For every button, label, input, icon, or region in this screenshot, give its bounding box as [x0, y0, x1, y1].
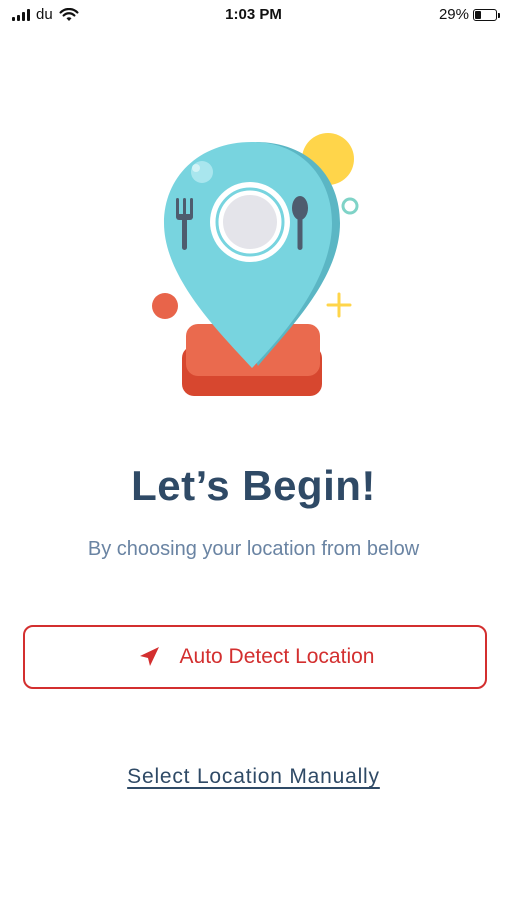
navigation-arrow-icon — [139, 647, 159, 666]
auto-detect-label: Auto Detect Location — [179, 645, 375, 668]
plus-icon — [326, 292, 352, 318]
pin-highlight — [191, 161, 213, 183]
status-time: 1:03 PM — [225, 6, 282, 23]
page-title: Let’s Begin! — [131, 462, 376, 509]
page-subtitle: By choosing your location from below — [87, 538, 420, 560]
location-pin-plate-fork-spoon-icon — [152, 133, 359, 396]
status-right: 29% — [438, 6, 500, 23]
status-bar: du 1:03 PM 29% — [0, 0, 507, 32]
battery-percent: 29% — [438, 6, 469, 23]
select-location-manually-link[interactable]: Select Location Manually — [0, 765, 507, 789]
battery-icon — [473, 8, 500, 21]
auto-detect-location-button[interactable]: Auto Detect Location — [23, 625, 487, 689]
battery-fill — [475, 10, 481, 19]
orange-dot — [152, 293, 178, 319]
ring-circle — [341, 197, 359, 215]
